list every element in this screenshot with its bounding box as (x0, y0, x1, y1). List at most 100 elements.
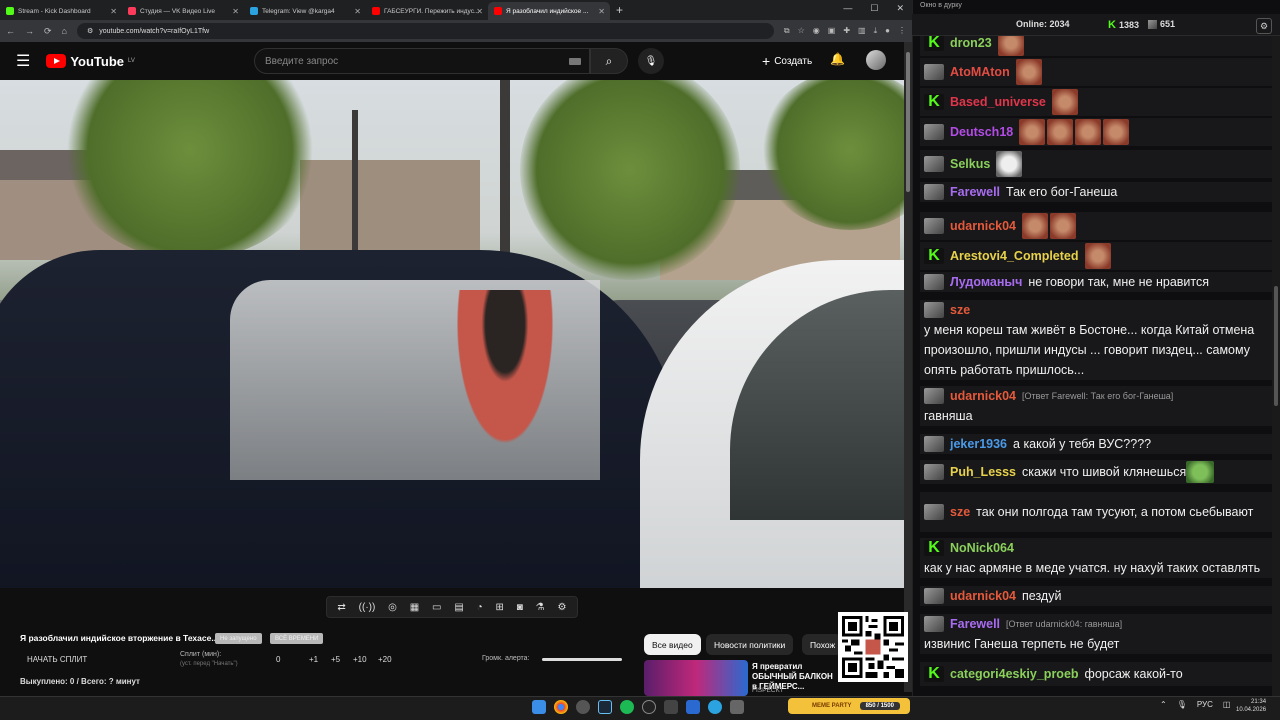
chat-username[interactable]: Farewell (950, 614, 1000, 634)
page-scrollbar[interactable] (904, 42, 912, 692)
speed-icon[interactable]: ◔ (477, 602, 483, 613)
subtitles-icon[interactable]: ▤ (454, 602, 463, 613)
chat-username[interactable]: AtoMAton (950, 62, 1010, 82)
chrome-icon[interactable] (554, 700, 568, 714)
add-icon[interactable]: ⊞ (496, 602, 504, 613)
close-tab-icon[interactable]: ✕ (110, 7, 117, 16)
app-icon[interactable] (664, 700, 678, 714)
video-player[interactable] (0, 80, 904, 588)
broadcast-icon[interactable]: ((·)) (359, 602, 376, 613)
site-info-icon[interactable]: ⚙ (87, 27, 93, 35)
microphone-icon[interactable]: 🎙 (1177, 700, 1187, 709)
start-icon[interactable] (532, 700, 546, 714)
youtube-logo[interactable]: YouTube LV (46, 54, 135, 69)
settings-gear-icon[interactable]: ⚙ (557, 602, 566, 613)
sidebar-icon[interactable]: ▥ (858, 26, 866, 36)
chip-politics-news[interactable]: Новости политики (706, 634, 794, 655)
network-icon[interactable]: ◫ (1223, 700, 1231, 709)
reload-icon[interactable]: ⟳ (44, 26, 52, 37)
start-split-button[interactable]: НАЧАТЬ СПЛИТ (27, 655, 87, 664)
chat-username[interactable]: udarnick04 (950, 586, 1016, 606)
camera-icon[interactable]: ◙ (517, 602, 523, 613)
chat-username[interactable]: Лудоманыч (950, 272, 1022, 292)
pip-icon[interactable]: ▭ (432, 602, 441, 613)
alert-volume-slider[interactable] (542, 658, 622, 661)
lab-icon[interactable]: ⚗ (536, 602, 545, 613)
spotify-icon[interactable] (620, 700, 634, 714)
chat-username[interactable]: Based_universe (950, 92, 1046, 112)
close-tab-icon[interactable]: ✕ (476, 7, 483, 16)
watch-icon[interactable]: ◎ (388, 602, 397, 613)
loop-icon[interactable]: ⇄ (337, 602, 345, 613)
close-tab-icon[interactable]: ✕ (354, 7, 361, 16)
cast-icon[interactable]: ⧉ (784, 26, 790, 36)
recommendation-thumbnail[interactable] (644, 660, 748, 696)
search-button[interactable]: ⌕ (590, 48, 628, 74)
scrollbar-thumb[interactable] (1274, 286, 1278, 406)
telegram-icon[interactable] (708, 700, 722, 714)
chat-username[interactable]: jeker1936 (950, 434, 1007, 454)
language-indicator[interactable]: РУС (1197, 700, 1213, 709)
split-add-1-button[interactable]: +1 (309, 655, 318, 664)
obs-icon[interactable] (642, 700, 656, 714)
keyboard-icon[interactable] (569, 57, 581, 65)
chip-similar[interactable]: Похож (802, 634, 842, 655)
chat-username[interactable]: Farewell (950, 182, 1000, 202)
browser-tab[interactable]: Студия — VK Видео Live ✕ (122, 2, 244, 20)
browser-tab[interactable]: Stream - Kick Dashboard ✕ (0, 2, 122, 20)
extension-icon[interactable]: ▣ (828, 26, 836, 36)
url-field[interactable]: ⚙ youtube.com/watch?v=raIfOyL1Tfw (76, 23, 774, 39)
chat-settings-gear-icon[interactable]: ⚙ (1256, 18, 1272, 34)
chat-username[interactable]: Deutsch18 (950, 122, 1013, 142)
app-icon[interactable] (576, 700, 590, 714)
chat-username[interactable]: Arestovi4_Completed (950, 246, 1079, 266)
split-add-10-button[interactable]: +10 (353, 655, 367, 664)
new-tab-button[interactable]: + (616, 3, 623, 17)
clock[interactable]: 21:34 10.04.2026 (1236, 698, 1266, 714)
chat-username[interactable]: sze (950, 300, 970, 320)
app-icon[interactable] (730, 700, 744, 714)
hamburger-menu-icon[interactable]: ☰ (16, 51, 30, 71)
split-add-20-button[interactable]: +20 (378, 655, 392, 664)
chat-username[interactable]: Selkus (950, 154, 990, 174)
chat-scrollbar[interactable] (1272, 36, 1280, 696)
home-icon[interactable]: ⌂ (62, 26, 67, 36)
split-add-5-button[interactable]: +5 (331, 655, 340, 664)
chat-username[interactable]: categori4eskiy_proeb (950, 664, 1079, 684)
search-input[interactable]: Введите запрос (254, 48, 590, 74)
minimize-icon[interactable]: — (843, 3, 852, 14)
close-tab-icon[interactable]: ✕ (232, 7, 239, 16)
menu-dots-icon[interactable]: ⋮ (898, 26, 906, 36)
voice-search-button[interactable]: 🎙 (638, 48, 664, 74)
avatar[interactable] (866, 50, 886, 70)
browser-tab[interactable]: ГАБСЕУРГИ. Пережить индус... ✕ (366, 2, 488, 20)
extension-icon[interactable]: ◉ (813, 26, 820, 36)
chip-all-videos[interactable]: Все видео (644, 634, 701, 655)
download-icon[interactable]: ⤓ (874, 26, 878, 36)
create-button[interactable]: + Создать (756, 50, 818, 72)
maximize-icon[interactable]: ☐ (870, 3, 878, 14)
meme-party-widget[interactable]: MEME PARTY 850 / 1500 (788, 698, 910, 714)
chat-username[interactable]: dron23 (950, 36, 992, 53)
browser-tab[interactable]: Telegram: View @karga4 ✕ (244, 2, 366, 20)
player-icon[interactable] (686, 700, 700, 714)
forward-icon[interactable]: → (25, 26, 34, 36)
scrollbar-thumb[interactable] (906, 52, 910, 192)
chat-username[interactable]: Puh_Lesss (950, 462, 1016, 482)
close-window-icon[interactable]: ✕ (896, 3, 904, 14)
browser-tab-active[interactable]: Я разоблачил индийское ... ✕ (488, 2, 610, 20)
bookmark-star-icon[interactable]: ☆ (798, 26, 805, 36)
chat-username[interactable]: NoNick064 (950, 538, 1014, 558)
notifications-bell-icon[interactable]: 🔔 (830, 52, 845, 66)
chevron-up-icon[interactable]: ⌃ (1160, 700, 1167, 709)
steam-icon[interactable] (598, 700, 612, 714)
chat-username[interactable]: udarnick04 (950, 386, 1016, 406)
film-icon[interactable]: ▦ (410, 602, 419, 613)
chat-username[interactable]: udarnick04 (950, 216, 1016, 236)
profile-icon[interactable]: ● (885, 26, 890, 36)
chat-username[interactable]: sze (950, 502, 970, 522)
close-tab-icon[interactable]: ✕ (598, 7, 605, 16)
back-icon[interactable]: ← (6, 26, 15, 36)
recommendation-channel[interactable]: FISPECKT (752, 687, 784, 694)
extensions-puzzle-icon[interactable]: ✚ (843, 26, 850, 36)
